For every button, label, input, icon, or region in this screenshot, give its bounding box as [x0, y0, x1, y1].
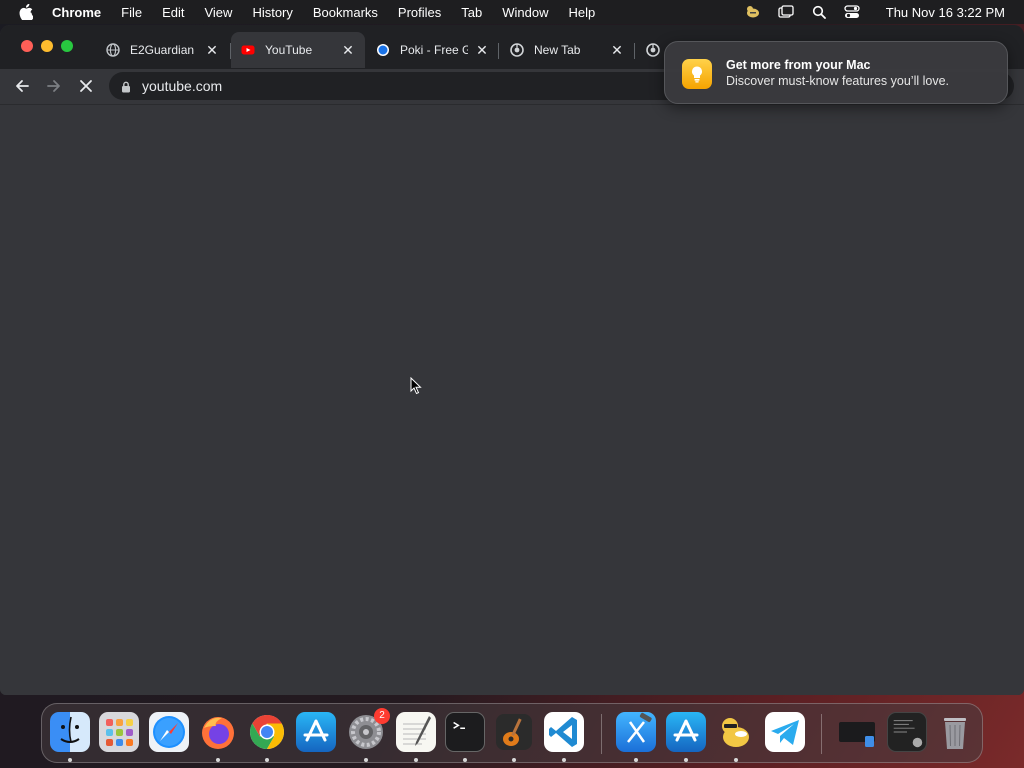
- running-indicator: [68, 758, 72, 762]
- tab-close-icon[interactable]: ✕: [340, 42, 356, 58]
- xcode-icon[interactable]: [616, 712, 656, 752]
- simulator-icon[interactable]: [666, 712, 706, 752]
- garageband-icon[interactable]: [494, 712, 534, 752]
- running-indicator: [684, 758, 688, 762]
- menu-bookmarks[interactable]: Bookmarks: [313, 5, 378, 20]
- minimized-window-thumbnail[interactable]: [837, 712, 877, 752]
- menu-edit[interactable]: Edit: [162, 5, 184, 20]
- desktop: Chrome File Edit View History Bookmarks …: [0, 0, 1024, 768]
- tab-close-icon[interactable]: ✕: [204, 42, 220, 58]
- running-indicator: [734, 758, 738, 762]
- tab-close-icon[interactable]: ✕: [474, 42, 490, 58]
- tab-youtube[interactable]: YouTube ✕: [231, 32, 365, 68]
- menu-view[interactable]: View: [204, 5, 232, 20]
- window-close-button[interactable]: [21, 40, 33, 52]
- menu-profiles[interactable]: Profiles: [398, 5, 441, 20]
- google-chrome-icon[interactable]: [247, 712, 287, 752]
- tab-close-icon[interactable]: ✕: [609, 42, 625, 58]
- cyberduck-status-icon[interactable]: [744, 3, 762, 21]
- system-notification[interactable]: Get more from your Mac Discover must-kno…: [664, 41, 1008, 104]
- address-bar-url: youtube.com: [142, 78, 223, 94]
- running-indicator: [463, 758, 467, 762]
- safari-icon[interactable]: [149, 712, 189, 752]
- mouse-cursor-icon: [410, 376, 422, 400]
- minimized-window-thumbnail[interactable]: [887, 712, 927, 752]
- finder-icon[interactable]: [50, 712, 90, 752]
- screen-mirroring-icon[interactable]: [777, 3, 795, 21]
- stop-loading-icon[interactable]: [74, 74, 98, 98]
- tab-title: E2Guardian: [130, 43, 195, 57]
- launchpad-icon[interactable]: [99, 712, 139, 752]
- menu-window[interactable]: Window: [502, 5, 548, 20]
- tab-poki[interactable]: Poki - Free G ✕: [366, 32, 498, 68]
- running-indicator: [414, 758, 418, 762]
- forward-arrow-icon[interactable]: [42, 74, 66, 98]
- window-zoom-button[interactable]: [61, 40, 73, 52]
- menu-bar: Chrome File Edit View History Bookmarks …: [0, 0, 1024, 24]
- page-content[interactable]: [0, 104, 1024, 695]
- firefox-icon[interactable]: [198, 712, 238, 752]
- app-store-icon[interactable]: [296, 712, 336, 752]
- running-indicator: [512, 758, 516, 762]
- control-center-icon[interactable]: [843, 3, 861, 21]
- running-indicator: [364, 758, 368, 762]
- lock-icon[interactable]: [121, 80, 131, 98]
- menu-help[interactable]: Help: [569, 5, 596, 20]
- lightbulb-icon: [682, 59, 712, 89]
- tab-partial[interactable]: [636, 32, 666, 68]
- tab-separator: [634, 43, 635, 59]
- menu-app-name[interactable]: Chrome: [52, 5, 101, 20]
- menu-file[interactable]: File: [121, 5, 142, 20]
- running-indicator: [562, 758, 566, 762]
- back-arrow-icon[interactable]: [10, 74, 34, 98]
- trash-icon[interactable]: [935, 712, 975, 752]
- apple-menu-icon[interactable]: [0, 4, 52, 20]
- tab-separator: [498, 43, 499, 59]
- chrome-icon: [510, 43, 524, 57]
- spotlight-search-icon[interactable]: [810, 3, 828, 21]
- window-minimize-button[interactable]: [41, 40, 53, 52]
- notification-body: Discover must-know features you’ll love.: [726, 74, 949, 88]
- globe-icon: [106, 43, 120, 57]
- textedit-icon[interactable]: [396, 712, 436, 752]
- menu-tab[interactable]: Tab: [461, 5, 482, 20]
- running-indicator: [265, 758, 269, 762]
- menu-bar-clock[interactable]: Thu Nov 16 3:22 PM: [886, 5, 1005, 20]
- menu-bar-status-area: Thu Nov 16 3:22 PM: [744, 0, 1005, 24]
- notification-badge: 2: [374, 708, 390, 724]
- tab-title: YouTube: [265, 43, 313, 57]
- dock-divider: [601, 714, 602, 754]
- running-indicator: [216, 758, 220, 762]
- tab-title: Poki - Free G: [400, 43, 468, 57]
- chrome-window: E2Guardian ✕ YouTube ✕ Poki - Free G ✕ N…: [0, 25, 1024, 695]
- dock: 2: [41, 703, 983, 763]
- youtube-icon: [241, 43, 255, 57]
- tab-e2guardian[interactable]: E2Guardian ✕: [96, 32, 230, 68]
- chrome-icon: [646, 43, 660, 57]
- running-indicator: [634, 758, 638, 762]
- tab-new-tab[interactable]: New Tab ✕: [500, 32, 634, 68]
- tab-title: New Tab: [534, 43, 581, 57]
- notification-title: Get more from your Mac: [726, 58, 871, 72]
- menu-history[interactable]: History: [252, 5, 292, 20]
- cyberduck-icon[interactable]: [716, 712, 756, 752]
- poki-icon: [376, 43, 390, 57]
- terminal-icon[interactable]: [445, 712, 485, 752]
- telegram-icon[interactable]: [765, 712, 805, 752]
- dock-divider: [821, 714, 822, 754]
- visual-studio-code-icon[interactable]: [544, 712, 584, 752]
